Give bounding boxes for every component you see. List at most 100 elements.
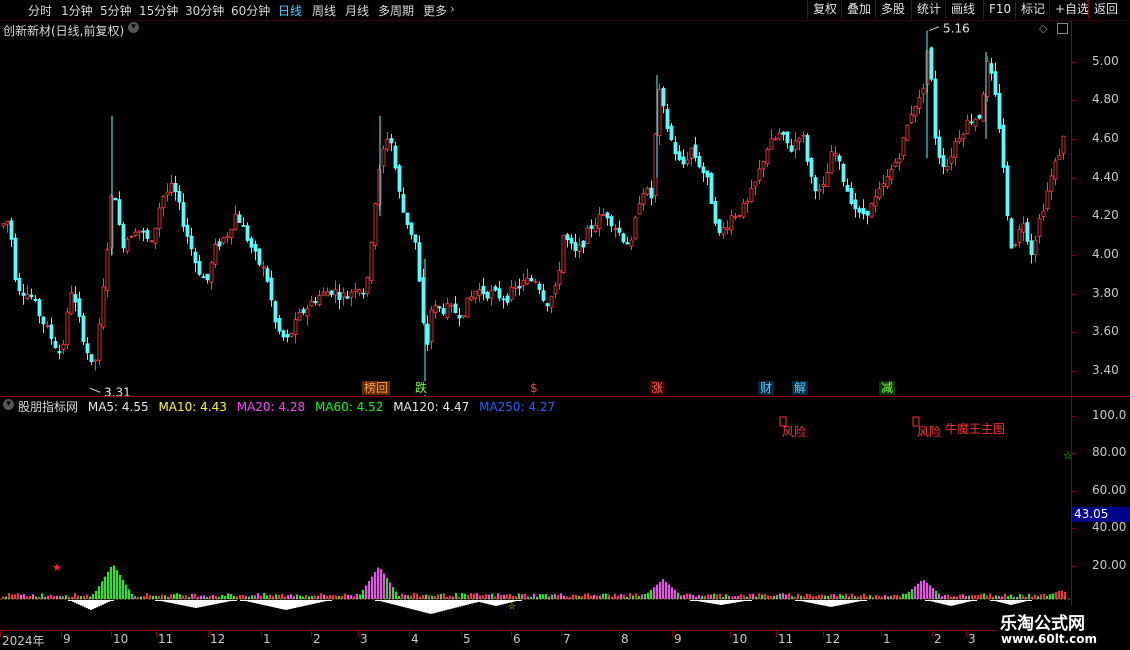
indicator-dip: [294, 600, 296, 608]
candle-body: [737, 214, 742, 217]
signal-tag[interactable]: $: [528, 381, 540, 395]
mark-button[interactable]: 标记: [1015, 0, 1050, 19]
indicator-bar: [845, 593, 847, 599]
candle-body: [881, 183, 886, 187]
tab-60min[interactable]: 60分钟: [231, 2, 270, 19]
candle-body: [869, 203, 874, 218]
tab-1min[interactable]: 1分钟: [61, 2, 93, 19]
tab-fenshi[interactable]: 分时: [28, 2, 52, 19]
indicator-bar: [296, 594, 298, 599]
f10-button[interactable]: F10: [983, 0, 1016, 19]
indicator-chart[interactable]: ★ ☆ ☆: [0, 397, 1071, 630]
signal-tag[interactable]: 涨: [649, 381, 666, 395]
indicator-bar: [134, 596, 136, 599]
candle-body: [229, 229, 234, 238]
chevron-right-icon[interactable]: ›: [450, 2, 455, 16]
indicator-dip: [849, 600, 851, 604]
indicator-dip: [939, 600, 941, 604]
indicator-dip: [951, 600, 953, 606]
candlestick-chart[interactable]: 5.16 3.31: [0, 21, 1071, 396]
indicator-dip: [459, 600, 461, 607]
tab-weekly[interactable]: 周线: [312, 2, 336, 19]
signal-tag[interactable]: 跌: [413, 381, 430, 395]
time-tick-label: 10: [113, 632, 129, 646]
signal-tag[interactable]: 榜回: [362, 381, 391, 395]
indicator-bar: [581, 596, 583, 599]
signal-tag[interactable]: 减: [879, 381, 896, 395]
candle-body: [841, 163, 846, 182]
signal-tag[interactable]: 财: [758, 381, 775, 395]
indicator-bar: [776, 594, 778, 599]
indicator-dip: [310, 600, 312, 605]
indicator-bar: [1043, 593, 1045, 599]
indicator-bar: [149, 595, 151, 599]
indicator-bar: [656, 584, 658, 599]
candle-body: [553, 285, 558, 295]
indicator-dip: [453, 600, 455, 609]
signal-tag[interactable]: 解: [792, 381, 809, 395]
indicator-bar: [974, 595, 976, 599]
indicator-bar: [857, 596, 859, 599]
tab-30min[interactable]: 30分钟: [185, 2, 224, 19]
candle-body: [537, 283, 542, 290]
overlay-button[interactable]: 叠加: [841, 0, 876, 19]
candle-body: [17, 277, 22, 291]
indicator-bar: [896, 595, 898, 599]
indicator-dip: [86, 600, 88, 609]
indicator-dip: [809, 600, 811, 603]
candle-body: [957, 138, 962, 142]
indicator-bar: [737, 596, 739, 599]
indicator-bar: [761, 594, 763, 599]
time-tick-mark: [966, 631, 967, 637]
tab-more[interactable]: 更多: [423, 2, 447, 19]
indicator-bar: [290, 594, 292, 599]
time-tick-label: 8: [621, 632, 629, 646]
indicator-bar: [983, 593, 985, 599]
candle-body: [437, 306, 442, 309]
indicator-dip: [935, 600, 937, 603]
indicator-dip: [433, 600, 435, 614]
indicator-bar: [617, 595, 619, 599]
candle-body: [757, 168, 762, 181]
tab-daily[interactable]: 日线: [278, 2, 302, 19]
indicator-bar: [1019, 594, 1021, 599]
indicator-dip: [855, 600, 857, 602]
candle-body: [1045, 190, 1050, 210]
candle-body: [561, 235, 566, 273]
candle-body: [353, 288, 358, 292]
fuquan-button[interactable]: 复权: [807, 0, 842, 19]
draw-line-button[interactable]: 画线: [945, 0, 980, 19]
candle-body: [765, 148, 770, 165]
indicator-bar: [152, 595, 154, 599]
back-button[interactable]: 返回: [1088, 0, 1123, 19]
indicator-dip: [296, 600, 298, 608]
indicator-dip: [435, 600, 437, 613]
candle-body: [205, 273, 210, 281]
indicator-dip: [1016, 600, 1018, 604]
candle-body: [713, 200, 718, 224]
price-tick-label: 3.40: [1092, 362, 1119, 377]
statistics-button[interactable]: 统计: [911, 0, 946, 19]
candle-body: [541, 290, 546, 301]
indicator-bar: [842, 595, 844, 599]
indicator-bar: [293, 596, 295, 599]
tab-multi-period[interactable]: 多周期: [378, 2, 414, 19]
indicator-dip: [100, 600, 102, 606]
indicator-dip: [863, 600, 865, 601]
price-tick-label: 4.20: [1092, 208, 1119, 223]
indicator-dip: [748, 600, 750, 601]
candle-body: [761, 161, 766, 170]
candle-body: [665, 109, 670, 130]
indicator-dip: [76, 600, 78, 604]
indicator-bar: [1046, 595, 1048, 599]
indicator-dip: [199, 600, 201, 608]
indicator-dip: [474, 600, 476, 601]
tab-5min[interactable]: 5分钟: [100, 2, 132, 19]
tab-monthly[interactable]: 月线: [345, 2, 369, 19]
indicator-bar: [434, 596, 436, 599]
indicator-bar: [314, 595, 316, 599]
indicator-bar: [659, 581, 661, 599]
indicator-bar: [752, 593, 754, 599]
multi-stock-button[interactable]: 多股: [875, 0, 910, 19]
tab-15min[interactable]: 15分钟: [139, 2, 178, 19]
